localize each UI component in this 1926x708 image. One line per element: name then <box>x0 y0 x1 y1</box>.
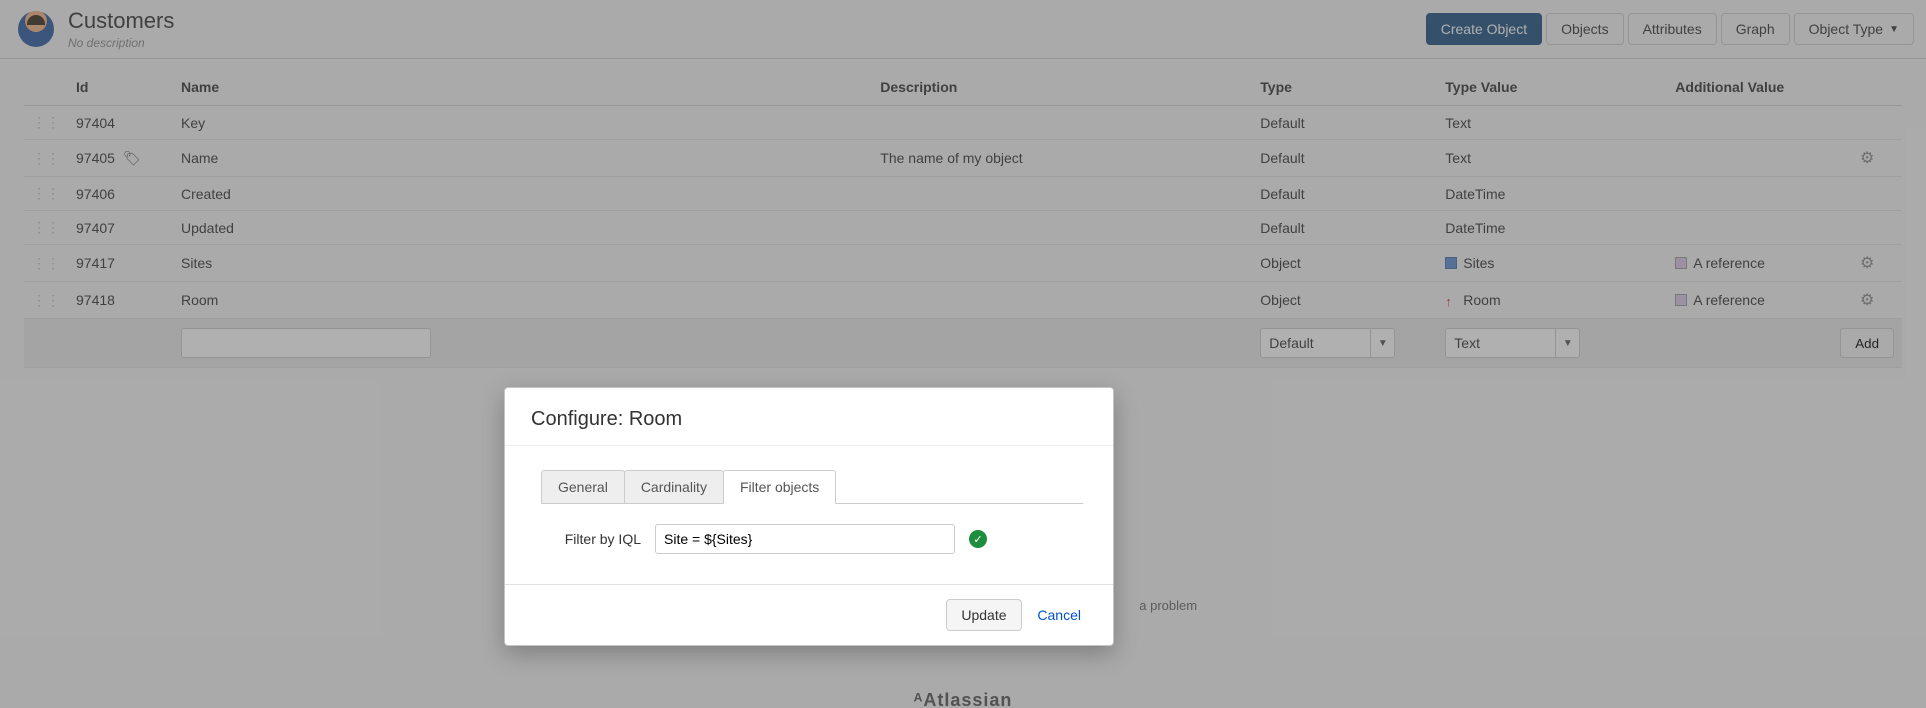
tab-filter-objects[interactable]: Filter objects <box>723 470 836 504</box>
tab-cardinality[interactable]: Cardinality <box>624 470 724 503</box>
configure-dialog: Configure: Room General Cardinality Filt… <box>504 387 1114 646</box>
update-button[interactable]: Update <box>946 599 1021 631</box>
cancel-button[interactable]: Cancel <box>1025 600 1093 630</box>
dialog-title: Configure: Room <box>505 388 1113 446</box>
tab-general[interactable]: General <box>541 470 625 503</box>
filter-iql-input[interactable] <box>655 524 955 554</box>
dialog-tabs: General Cardinality Filter objects <box>541 470 1083 504</box>
valid-icon: ✓ <box>969 530 987 548</box>
filter-iql-label: Filter by IQL <box>541 531 641 547</box>
